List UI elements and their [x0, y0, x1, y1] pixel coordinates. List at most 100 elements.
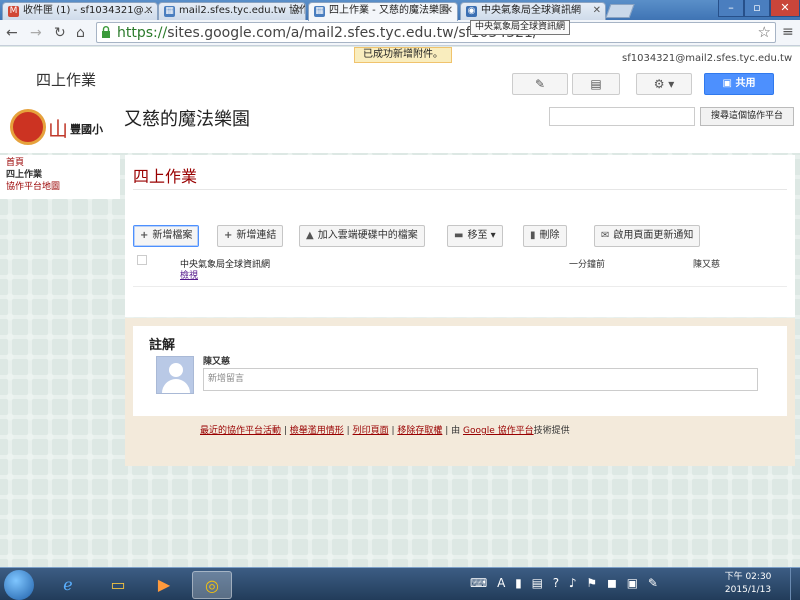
close-icon[interactable]: ✕ [445, 3, 453, 19]
enable-notifications-button[interactable]: ✉ 啟用頁面更新通知 [594, 225, 701, 247]
plus-icon: + [224, 230, 233, 241]
folder-icon: ▬ [454, 230, 464, 241]
school-logo[interactable]: 山 豐國小 [10, 109, 120, 149]
close-icon[interactable]: ✕ [593, 3, 601, 19]
add-link-button[interactable]: + 新增連結 [217, 225, 284, 247]
move-to-button[interactable]: ▬ 移至 ▾ [447, 225, 503, 247]
site-name[interactable]: 又慈的魔法樂園 [124, 105, 250, 131]
recent-activity-link[interactable]: 最近的協作平台活動 [200, 426, 281, 436]
print-page-link[interactable]: 列印頁面 [353, 426, 389, 436]
chevron-down-icon: ▾ [490, 230, 496, 241]
sites-icon: ▦ [164, 6, 175, 17]
windows-taskbar: ℯ ▭ ▶ ◎ ⌨ A ▮ ▤ ? ♪ ⚑ ◼ ▣ ✎ 下午 02:30 201… [0, 567, 800, 600]
close-icon[interactable]: ✕ [293, 3, 301, 19]
page-title: 四上作業 [133, 167, 198, 186]
edit-page-button[interactable]: ✎ [512, 73, 568, 95]
bookmark-star-icon[interactable]: ☆ [758, 23, 771, 41]
browser-tab-bar: M 收件匣 (1) - sf1034321@... ✕ ▦ mail2.sfes… [0, 0, 800, 21]
avatar [156, 356, 194, 394]
clock-time: 下午 02:30 [724, 572, 772, 582]
footer-provided-suffix: 技術提供 [533, 426, 570, 436]
google-sites-link[interactable]: Google 協作平台 [463, 426, 534, 436]
media-player-icon[interactable]: ▶ [144, 571, 184, 599]
site-header: 山 豐國小 又慈的魔法樂園 搜尋這個協作平台 [0, 99, 800, 153]
sites-icon: ▦ [314, 6, 325, 17]
internet-explorer-icon[interactable]: ℯ [48, 571, 88, 599]
table-row: 中央氣象局全球資訊網 檢視 一分鐘前 陳又慈 [133, 255, 787, 287]
sidebar-item-sitemap[interactable]: 協作平台地圖 [6, 181, 114, 193]
browser-menu-icon[interactable]: ≡ [782, 24, 794, 40]
tab-gmail[interactable]: M 收件匣 (1) - sf1034321@... ✕ [2, 2, 158, 20]
comment-user-name: 陳又慈 [203, 357, 231, 367]
delete-button[interactable]: ▮ 刪除 [523, 225, 567, 247]
chrome-icon[interactable]: ◎ [192, 571, 232, 599]
file-view-link[interactable]: 檢視 [180, 268, 198, 281]
maximize-button[interactable]: ▫ [744, 0, 770, 17]
new-tab-button[interactable] [605, 4, 635, 18]
add-link-label: 新增連結 [236, 230, 277, 241]
share-label: 共用 [735, 78, 756, 89]
tab-label: mail2.sfes.tyc.edu.tw 協作... [179, 5, 306, 16]
main-content: 四上作業 + 新增檔案 + 新增連結 ▲ 加入雲端硬碟中的檔案 ▬ 移至 ▾ ▮ 刪除 ✉… [125, 155, 795, 317]
plus-icon: + [140, 230, 149, 241]
new-page-button[interactable]: ▤ [572, 73, 620, 95]
share-button[interactable]: ▣ 共用 [704, 73, 774, 95]
add-drive-file-button[interactable]: ▲ 加入雲端硬碟中的檔案 [299, 225, 425, 247]
tab-label: 四上作業 - 又慈的魔法樂園 [329, 5, 449, 16]
show-desktop-button[interactable] [790, 568, 800, 600]
row-checkbox[interactable] [137, 255, 147, 265]
file-explorer-icon[interactable]: ▭ [98, 571, 138, 599]
title-divider [133, 189, 787, 190]
url-scheme: https:// [117, 25, 168, 41]
add-file-label: 新增檔案 [152, 230, 193, 241]
back-arrow-icon[interactable]: ← [6, 25, 18, 41]
user-email[interactable]: sf1034321@mail2.sfes.tyc.edu.tw [622, 53, 792, 64]
system-clock[interactable]: 下午 02:30 2015/1/13 [722, 571, 774, 597]
file-user: 陳又慈 [693, 260, 721, 270]
forward-arrow-icon[interactable]: → [30, 25, 42, 41]
comments-section: 註解 陳又慈 新增留言 [125, 318, 795, 466]
file-time: 一分鐘前 [569, 260, 606, 270]
report-abuse-link[interactable]: 檢舉濫用情形 [290, 426, 344, 436]
eye-icon: ◉ [466, 6, 477, 17]
school-name: 豐國小 [70, 123, 103, 136]
sidebar-item-homework[interactable]: 四上作業 [6, 169, 114, 181]
system-tray[interactable]: ⌨ A ▮ ▤ ? ♪ ⚑ ◼ ▣ ✎ [470, 576, 661, 590]
close-icon[interactable]: ✕ [145, 3, 153, 19]
tab-label: 收件匣 (1) - sf1034321@... [23, 5, 154, 16]
logo-character: 山 [48, 117, 68, 141]
add-file-button[interactable]: + 新增檔案 [133, 225, 200, 247]
sidebar-item-home[interactable]: 首頁 [6, 157, 114, 169]
home-icon[interactable]: ⌂ [76, 25, 85, 41]
move-to-label: 移至 [467, 230, 488, 241]
delete-label: 刪除 [539, 230, 560, 241]
tab-weather[interactable]: ◉ 中央氣象局全球資訊網 ✕ [460, 2, 606, 20]
site-search-button[interactable]: 搜尋這個協作平台 [700, 107, 794, 126]
settings-button[interactable]: ⚙ ▾ [636, 73, 692, 95]
page-footer: 最近的協作平台活動 | 檢舉濫用情形 | 列印頁面 | 移除存取權 | 由 Go… [200, 426, 570, 436]
footer-provided-prefix: 由 [451, 426, 461, 436]
drive-icon: ▲ [306, 230, 314, 241]
gear-icon: ⚙ ▾ [653, 77, 675, 91]
tab-current-page[interactable]: ▦ 四上作業 - 又慈的魔法樂園 ✕ [308, 2, 458, 21]
tab-sites-admin[interactable]: ▦ mail2.sfes.tyc.edu.tw 協作... ✕ [158, 2, 306, 20]
start-button[interactable] [4, 570, 34, 600]
close-window-button[interactable]: ✕ [770, 0, 800, 17]
minimize-button[interactable]: – [718, 0, 744, 17]
gmail-icon: M [8, 6, 19, 17]
remove-access-link[interactable]: 移除存取權 [397, 426, 442, 436]
add-drive-file-label: 加入雲端硬碟中的檔案 [317, 230, 418, 241]
sidebar-nav: 首頁 四上作業 協作平台地圖 [0, 155, 120, 199]
mail-icon: ✉ [601, 230, 610, 241]
tab-tooltip: 中央氣象局全球資訊網 [470, 20, 571, 35]
sites-top-bar: 已成功新增附件。 四上作業 sf1034321@mail2.sfes.tyc.e… [0, 47, 800, 99]
avatar-head [169, 363, 183, 377]
pencil-icon: ✎ [534, 77, 546, 91]
share-icon: ▣ [722, 78, 736, 89]
reload-icon[interactable]: ↻ [54, 25, 66, 41]
comments-panel: 註解 陳又慈 新增留言 [133, 326, 787, 416]
avatar-body [162, 379, 190, 393]
site-search-input[interactable] [549, 107, 695, 126]
comment-input[interactable]: 新增留言 [203, 368, 758, 391]
address-bar[interactable]: https://sites.google.com/a/mail2.sfes.ty… [96, 22, 776, 43]
